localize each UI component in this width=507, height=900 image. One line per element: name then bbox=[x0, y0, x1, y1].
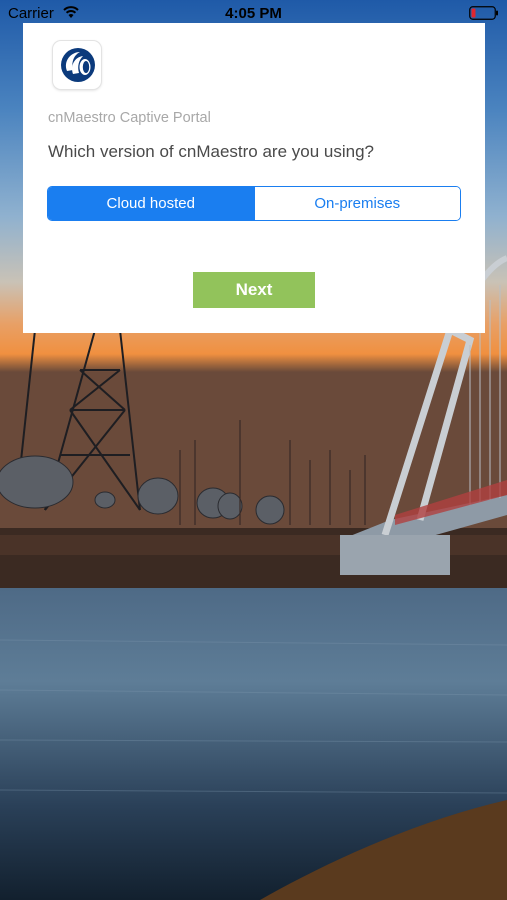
cloud-hosted-option[interactable]: Cloud hosted bbox=[48, 187, 254, 220]
version-segmented-control: Cloud hosted On-premises bbox=[47, 186, 461, 221]
version-question: Which version of cnMaestro are you using… bbox=[48, 142, 374, 161]
cnmaestro-logo-icon bbox=[53, 41, 101, 89]
next-button[interactable]: Next bbox=[193, 272, 315, 308]
captive-portal-card: cnMaestro Captive Portal Which version o… bbox=[23, 23, 485, 333]
status-time: 4:05 PM bbox=[225, 5, 282, 22]
app-title: cnMaestro Captive Portal bbox=[48, 110, 211, 126]
battery-low-icon bbox=[469, 6, 498, 20]
on-premises-option[interactable]: On-premises bbox=[253, 187, 460, 220]
